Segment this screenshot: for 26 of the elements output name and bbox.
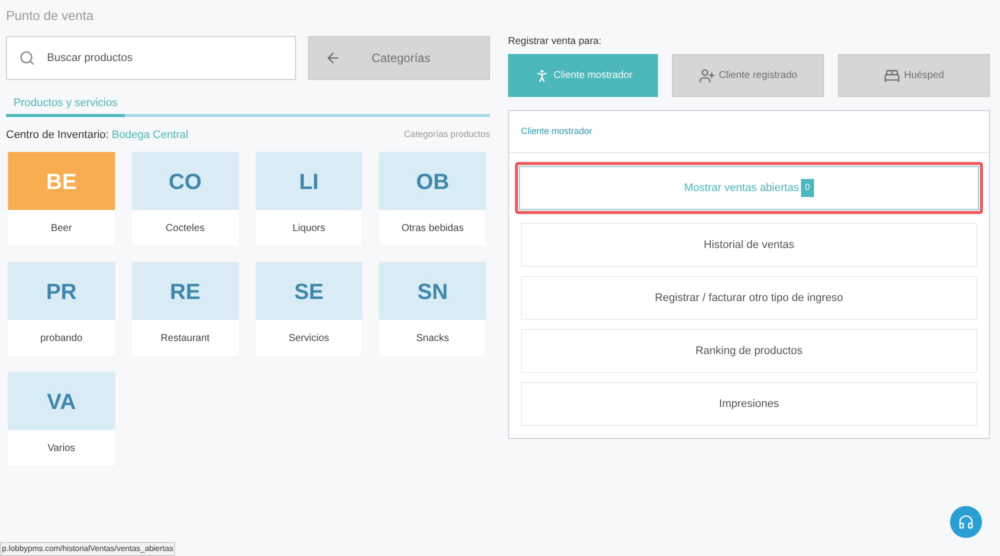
support-chat-button[interactable] bbox=[950, 506, 982, 538]
inventory-center-label: Centro de Inventario: Bodega Central bbox=[6, 128, 188, 143]
category-tile[interactable]: VA Varios bbox=[8, 372, 115, 466]
action-button[interactable]: Impresiones bbox=[521, 382, 977, 426]
category-tile[interactable]: PR probando bbox=[8, 262, 115, 356]
action-button[interactable]: Registrar / facturar otro tipo de ingreso bbox=[521, 276, 977, 320]
add-user-icon bbox=[698, 68, 715, 84]
search-field[interactable]: Buscar productos bbox=[6, 36, 296, 80]
action-button[interactable]: Ranking de productos bbox=[521, 329, 977, 373]
category-tile[interactable]: RE Restaurant bbox=[132, 262, 238, 356]
register-sale-label: Registrar venta para: bbox=[508, 35, 602, 49]
category-tile[interactable]: SN Snacks bbox=[379, 262, 486, 356]
search-input[interactable]: Buscar productos bbox=[47, 50, 283, 66]
page-title: Punto de venta bbox=[6, 7, 94, 25]
category-tile[interactable]: CO Cocteles bbox=[132, 152, 238, 246]
category-tile[interactable]: BE Beer bbox=[8, 152, 115, 246]
action-button[interactable]: Historial de ventas bbox=[521, 223, 977, 267]
search-icon bbox=[19, 50, 35, 66]
status-bar-url: p.lobbypms.com/historialVentas/ventas_abiertas bbox=[0, 542, 176, 556]
panel-title: Cliente mostrador bbox=[521, 124, 592, 138]
left-arrow-icon bbox=[325, 50, 341, 66]
category-tile[interactable]: LI Liquors bbox=[256, 152, 362, 246]
bed-icon bbox=[884, 68, 900, 84]
headset-icon bbox=[958, 514, 974, 530]
category-tile[interactable]: SE Servicios bbox=[256, 262, 362, 356]
category-tile[interactable]: OB Otras bebidas bbox=[379, 152, 486, 246]
